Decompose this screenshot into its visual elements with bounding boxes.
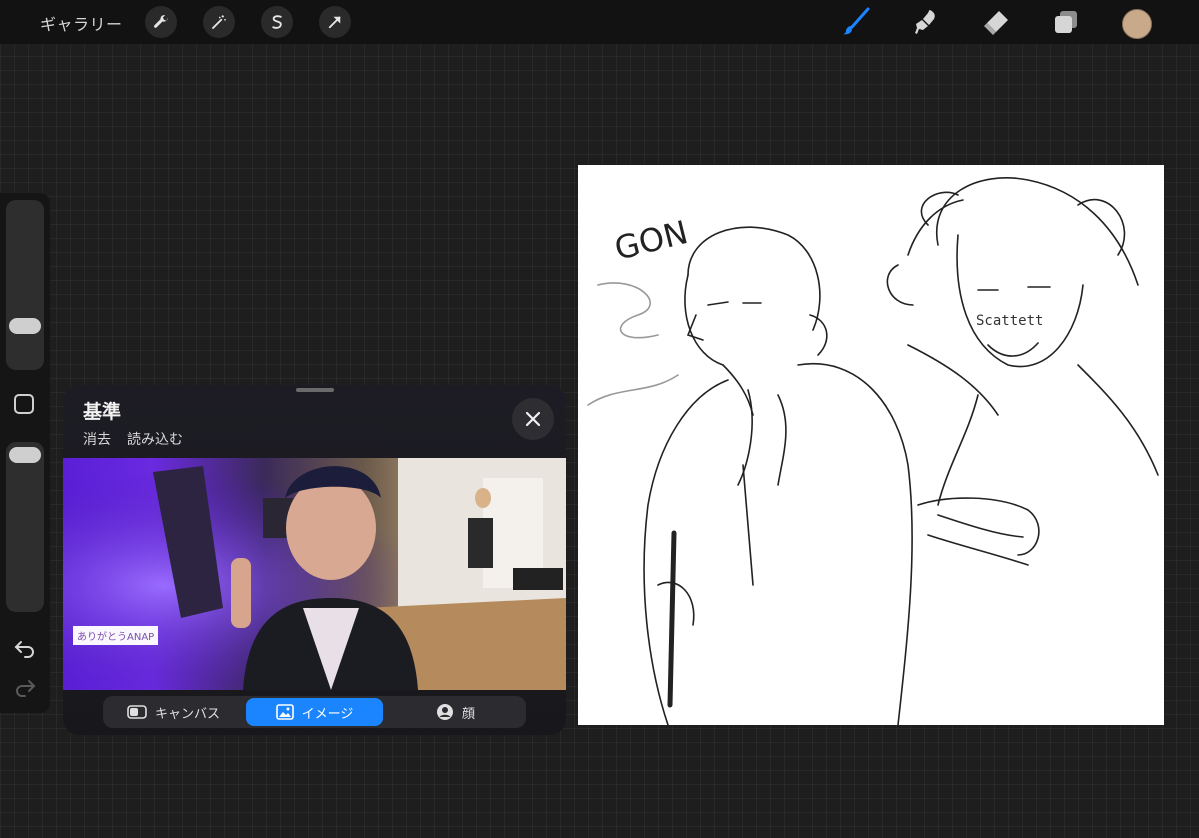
- image-caption: ありがとうANAP: [73, 626, 159, 645]
- reference-title: 基準: [83, 401, 122, 423]
- tab-face[interactable]: 顔: [387, 698, 524, 726]
- eraser-icon[interactable]: [980, 6, 1012, 38]
- top-toolbar: ギャラリー: [0, 0, 1199, 44]
- opacity-thumb[interactable]: [9, 447, 41, 463]
- reference-actions: 消去 読み込む: [83, 429, 183, 449]
- reference-panel: 基準 消去 読み込む ありがとうANAP キャンバス イメージ 顔: [63, 385, 566, 735]
- redo-icon[interactable]: [13, 675, 37, 703]
- smudge-icon[interactable]: [910, 6, 942, 38]
- clear-button[interactable]: 消去: [83, 429, 111, 449]
- tab-image[interactable]: イメージ: [246, 698, 383, 726]
- gallery-button[interactable]: ギャラリー: [40, 11, 123, 35]
- sketch-artwork: GON Scattett: [587, 177, 1159, 726]
- magic-wand-icon[interactable]: [203, 6, 235, 38]
- opacity-slider[interactable]: [6, 442, 44, 612]
- reference-mode-tabs: キャンバス イメージ 顔: [103, 696, 526, 728]
- face-icon: [436, 704, 453, 720]
- drawing-canvas[interactable]: GON Scattett: [578, 165, 1164, 726]
- close-icon: [525, 411, 541, 427]
- brush-size-slider[interactable]: [6, 200, 44, 370]
- brush-icon[interactable]: [840, 6, 872, 38]
- left-sidebar: [0, 193, 50, 713]
- reference-photo: [63, 458, 566, 690]
- undo-icon[interactable]: [13, 636, 37, 664]
- brush-size-thumb[interactable]: [9, 318, 41, 334]
- wrench-icon[interactable]: [145, 6, 177, 38]
- image-icon: [275, 704, 294, 720]
- drag-handle[interactable]: [296, 388, 334, 392]
- close-button[interactable]: [512, 398, 554, 440]
- modify-button[interactable]: [14, 394, 34, 414]
- layers-icon[interactable]: [1050, 6, 1082, 38]
- tab-canvas[interactable]: キャンバス: [105, 698, 242, 726]
- selection-icon[interactable]: [261, 6, 293, 38]
- sketch-label-gon: GON: [611, 213, 692, 268]
- transform-arrow-icon[interactable]: [319, 6, 351, 38]
- import-button[interactable]: 読み込む: [127, 429, 183, 449]
- sketch-label-scattett: Scattett: [976, 313, 1043, 329]
- canvas-toggle-icon: [127, 705, 147, 719]
- reference-image[interactable]: ありがとうANAP: [63, 458, 566, 690]
- color-icon[interactable]: [1122, 9, 1152, 39]
